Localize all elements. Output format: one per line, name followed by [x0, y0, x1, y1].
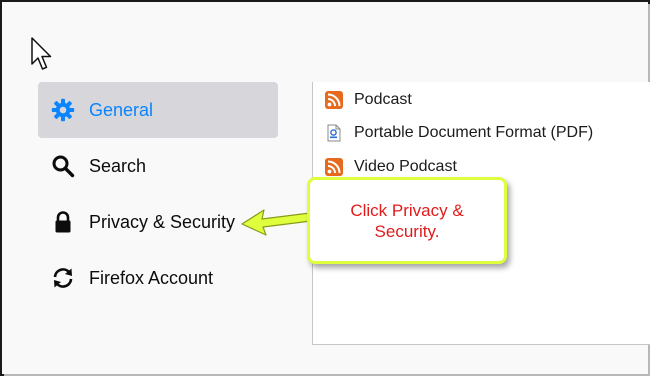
mouse-pointer-icon	[31, 37, 52, 70]
sync-icon	[50, 265, 76, 291]
sidebar-item-label: General	[89, 99, 154, 120]
sidebar-item-general[interactable]: General	[38, 82, 278, 138]
gear-icon	[50, 97, 76, 123]
search-icon	[50, 153, 76, 179]
list-item-label: Portable Document Format (PDF)	[354, 124, 594, 141]
settings-sidebar: General Search Privacy & Security Firefo…	[38, 82, 278, 306]
list-item[interactable]: Portable Document Format (PDF)	[325, 121, 593, 145]
list-item-label: Video Podcast	[354, 158, 457, 175]
sidebar-item-label: Privacy & Security	[89, 211, 236, 232]
callout-text: Click Privacy & Security.	[350, 200, 464, 241]
sidebar-item-label: Firefox Account	[89, 267, 214, 288]
lock-icon	[50, 209, 76, 235]
rss-feed-icon	[325, 91, 343, 109]
list-item[interactable]: Podcast	[325, 88, 412, 112]
list-item-label: Podcast	[354, 91, 412, 108]
rss-feed-icon	[325, 158, 343, 176]
list-item[interactable]: Video Podcast	[325, 155, 457, 179]
sidebar-item-search[interactable]: Search	[38, 138, 278, 194]
callout-arrow-icon	[241, 209, 312, 236]
sidebar-item-firefox-account[interactable]: Firefox Account	[38, 250, 278, 306]
sidebar-item-label: Search	[89, 155, 147, 176]
pdf-file-icon	[327, 124, 341, 142]
annotation-callout: Click Privacy & Security.	[307, 177, 507, 264]
